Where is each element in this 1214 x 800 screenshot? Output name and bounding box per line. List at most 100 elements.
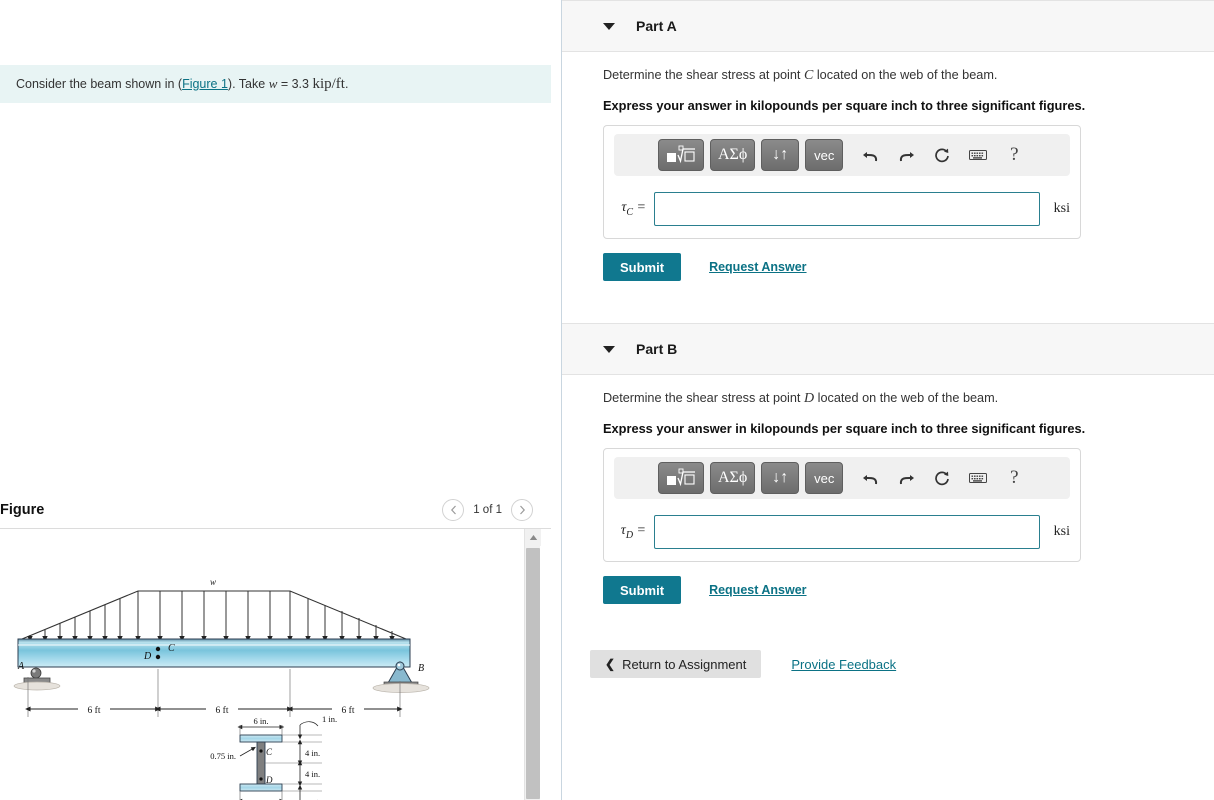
template-sqrt-icon [667, 468, 695, 487]
part-a-title: Part A [636, 18, 677, 34]
part-a-question-post: located on the web of the beam. [813, 68, 998, 82]
part-b-submit-button[interactable]: Submit [603, 576, 682, 604]
section-lower-web-depth-label: 4 in. [305, 769, 320, 779]
span-label-1: 6 ft [88, 705, 101, 716]
section-top-flange-thickness-label: 1 in. [322, 714, 337, 724]
figure-page-indicator: 1 of 1 [473, 504, 502, 516]
math-greek-button[interactable]: ΑΣϕ [710, 462, 756, 494]
distributed-load: w [21, 577, 407, 642]
part-a-question: Determine the shear stress at point C lo… [603, 68, 1214, 84]
section-top-flange-width-label: 6 in. [253, 716, 268, 726]
span-label-2: 6 ft [216, 705, 229, 716]
part-a-header[interactable]: Part A [562, 0, 1214, 52]
undo-icon[interactable] [855, 463, 885, 493]
problem-equals-value: = 3.3 [277, 76, 313, 91]
part-b-unit-label: ksi [1053, 524, 1070, 539]
part-a-section: Part A Determine the shear stress at poi… [562, 0, 1214, 281]
problem-text-end: . [344, 76, 349, 91]
load-label-w: w [210, 577, 216, 587]
problem-statement-text: Consider the beam shown in (Figure 1). T… [16, 76, 348, 93]
support-b-label: B [418, 663, 424, 674]
provide-feedback-link[interactable]: Provide Feedback [791, 657, 896, 672]
beam-point-c-label: C [168, 643, 175, 654]
figure-header: Figure 1 of 1 [0, 492, 551, 528]
return-to-assignment-label: Return to Assignment [622, 656, 747, 672]
part-b-header[interactable]: Part B [562, 323, 1214, 375]
help-button[interactable]: ? [999, 463, 1029, 493]
collapse-caret-icon[interactable] [603, 345, 615, 353]
problem-statement-bar: Consider the beam shown in (Figure 1). T… [0, 65, 551, 103]
math-greek-button[interactable]: ΑΣϕ [710, 139, 756, 171]
part-a-request-answer-link[interactable]: Request Answer [709, 260, 806, 274]
collapse-caret-icon[interactable] [603, 22, 615, 30]
math-arrows-button[interactable]: ↓↑ [761, 462, 800, 494]
part-b-title: Part B [636, 341, 678, 357]
beam-diagram: w C D A B 6 ft 6 ft 6 ft 6 in. 0.75 in. … [13, 577, 430, 800]
problem-page: Consider the beam shown in (Figure 1). T… [0, 0, 1214, 800]
part-b-instruction: Express your answer in kilopounds per sq… [603, 421, 1086, 436]
span-label-3: 6 ft [342, 705, 355, 716]
part-b-submit-row: Submit Request Answer [603, 576, 1214, 604]
part-a-unit-label: ksi [1053, 201, 1070, 216]
part-b-question: Determine the shear stress at point D lo… [603, 391, 1214, 407]
part-b-request-answer-link[interactable]: Request Answer [709, 583, 806, 597]
part-b-question-var: D [803, 391, 815, 406]
undo-icon[interactable] [855, 140, 885, 170]
chevron-right-icon [519, 505, 525, 515]
chevron-up-icon [529, 535, 537, 540]
redo-icon[interactable] [891, 140, 921, 170]
math-arrows-button[interactable]: ↓↑ [761, 139, 800, 171]
section-point-d-label: D [265, 775, 273, 785]
part-a-submit-row: Submit Request Answer [603, 253, 1214, 281]
figure-scrollbar[interactable] [524, 529, 541, 800]
part-b-body: Determine the shear stress at point D lo… [562, 375, 1214, 604]
reset-icon[interactable] [927, 463, 957, 493]
right-panel: Part A Determine the shear stress at poi… [562, 0, 1214, 800]
part-a-math-toolbar: ΑΣϕ ↓↑ vec ? [614, 134, 1070, 176]
problem-unit: kip/ft [312, 75, 345, 92]
part-a-instruction: Express your answer in kilopounds per sq… [603, 98, 1086, 113]
cross-section: 6 in. 6 in. 0.75 in. C D [210, 714, 337, 800]
problem-text-before: Consider the beam shown in ( [16, 76, 183, 91]
part-a-submit-button[interactable]: Submit [603, 253, 682, 281]
part-a-question-pre: Determine the shear stress at point [603, 68, 804, 82]
math-vec-button[interactable]: vec [805, 139, 844, 171]
math-vec-button[interactable]: vec [805, 462, 844, 494]
span-dimensions: 6 ft 6 ft 6 ft [25, 669, 403, 717]
math-template-button[interactable] [658, 462, 704, 494]
part-b-math-toolbar: ΑΣϕ ↓↑ vec ? [614, 457, 1070, 499]
figure-1-link[interactable]: Figure 1 [182, 77, 228, 91]
part-a-question-var: C [803, 68, 814, 83]
keyboard-icon[interactable] [963, 140, 993, 170]
section-upper-web-depth-label: 4 in. [305, 748, 320, 758]
part-b-variable-label: τD = [620, 523, 646, 541]
part-a-variable-label: τC = [621, 200, 646, 218]
figure-title: Figure [0, 502, 45, 518]
part-a-answer-box: ΑΣϕ ↓↑ vec ? τC = ksi [603, 125, 1081, 239]
figure-prev-button[interactable] [442, 499, 465, 521]
beam-body [17, 638, 411, 668]
chevron-left-icon [450, 505, 456, 515]
figure-next-button[interactable] [511, 499, 533, 521]
help-button[interactable]: ? [999, 140, 1029, 170]
scrollbar-thumb[interactable] [526, 548, 540, 799]
part-b-input-row: τD = ksi [614, 515, 1070, 549]
return-to-assignment-button[interactable]: ❮ Return to Assignment [590, 650, 762, 678]
figure-viewport: w C D A B 6 ft 6 ft 6 ft 6 in. 0.75 in. … [0, 528, 551, 800]
keyboard-icon[interactable] [963, 463, 993, 493]
part-b-question-post: located on the web of the beam. [814, 391, 999, 405]
section-web-thickness-label: 0.75 in. [210, 751, 236, 761]
part-a-answer-input[interactable] [654, 192, 1040, 226]
reset-icon[interactable] [927, 140, 957, 170]
page-footer: ❮ Return to Assignment Provide Feedback [562, 650, 1214, 678]
redo-icon[interactable] [891, 463, 921, 493]
math-template-button[interactable] [658, 139, 704, 171]
section-point-c-label: C [266, 747, 273, 757]
part-b-answer-input[interactable] [654, 515, 1040, 549]
problem-text-middle: ). Take [227, 76, 269, 91]
scrollbar-up-button[interactable] [525, 529, 541, 546]
support-a-label: A [17, 661, 25, 672]
part-a-body: Determine the shear stress at point C lo… [562, 52, 1214, 281]
beam-point-d-label: D [143, 651, 152, 662]
chevron-left-icon: ❮ [605, 657, 616, 671]
